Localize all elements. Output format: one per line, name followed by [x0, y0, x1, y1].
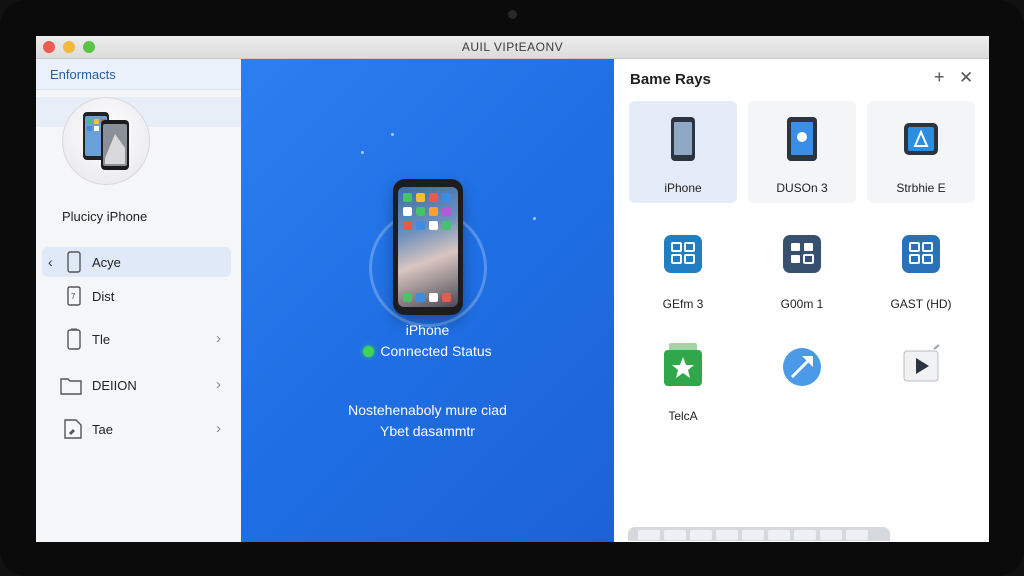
sidebar-header[interactable]: Enformacts [36, 59, 241, 90]
star-app-icon [664, 343, 702, 386]
panel-title: Bame Rays [630, 71, 711, 88]
tile-label: GEfm 3 [662, 297, 704, 311]
tablet-icon [787, 117, 817, 161]
device-preview-pane: iPhone Connected Status Nostehenaboly mu… [241, 59, 614, 542]
status-dot-icon [363, 346, 375, 357]
sidebar-item-label: Acye [92, 255, 121, 270]
chevron-right-icon: › [216, 330, 221, 347]
tile-label: GAST (HD) [890, 297, 952, 311]
connected-device-label: iPhone [405, 322, 450, 338]
sidebar-header-label: Enformacts [50, 67, 116, 82]
title-bar: AUIL VIPtEAONV [36, 36, 989, 59]
phone-screen [398, 187, 458, 307]
sidebar-item-dist[interactable]: 7 Dist [42, 281, 231, 311]
sidebar-item-label: Tle [92, 332, 111, 347]
sidebar-item-tae[interactable]: Tae › [42, 414, 231, 444]
svg-text:7: 7 [71, 292, 76, 301]
grid-app-icon [664, 235, 702, 273]
tile-play[interactable] [867, 329, 975, 431]
connection-status-text: Connected Status [380, 343, 492, 359]
status-message-line-1: Nostehenaboly mure ciad [348, 402, 507, 418]
iphone-preview[interactable] [393, 179, 463, 315]
play-icon [903, 344, 940, 382]
tile-g00m-1[interactable]: G00m 1 [748, 217, 856, 319]
device-outline-icon [67, 328, 81, 350]
chevron-right-icon: › [216, 420, 221, 437]
tile-iphone[interactable]: iPhone [629, 101, 737, 203]
sidebar-item-label: Tae [92, 422, 113, 437]
tile-label: iPhone [664, 181, 702, 195]
sidebar-item-deiion[interactable]: DEIION › [42, 370, 231, 400]
phone-icon [671, 117, 695, 161]
sparkle-dot [391, 133, 394, 136]
document-icon: 7 [67, 286, 81, 306]
connection-status: Connected Status [241, 343, 614, 359]
apps-panel: Bame Rays + ✕ iPhone DUSOn 3 Strbhie E G… [614, 59, 989, 542]
camera-dot [508, 10, 517, 19]
edit-document-icon [64, 419, 82, 439]
tile-label: DUSOn 3 [776, 181, 828, 195]
tile-duson-3[interactable]: DUSOn 3 [748, 101, 856, 203]
close-icon[interactable]: ✕ [959, 68, 973, 88]
folder-icon [60, 378, 82, 395]
keyboard-dock[interactable] [628, 527, 890, 541]
add-icon[interactable]: + [934, 67, 945, 88]
sidebar-item-label: DEIION [92, 378, 137, 393]
app-window: AUIL VIPtEAONV Enformacts Plucicy iPhone… [36, 36, 989, 542]
sidebar-item-acye[interactable]: ‹ Acye [42, 247, 231, 277]
sidebar-item-label: Dist [92, 289, 115, 304]
chevron-right-icon: › [216, 376, 221, 393]
status-message-line-2: Ybet dasammtr [380, 423, 475, 439]
display-app-icon [904, 123, 938, 155]
tile-label: Strbhie E [896, 181, 946, 195]
grid-app-icon [902, 235, 940, 273]
sidebar-item-tle[interactable]: Tle › [42, 324, 231, 354]
phones-icon [83, 112, 129, 170]
tile-gefm-3[interactable]: GEfm 3 [629, 217, 737, 319]
window-title: AUIL VIPtEAONV [461, 40, 564, 54]
tile-strbhie-e[interactable]: Strbhie E [867, 101, 975, 203]
tile-label: TelcA [668, 409, 698, 423]
grid-app-icon [783, 235, 821, 273]
tile-share[interactable] [748, 329, 856, 431]
sidebar: Enformacts Plucicy iPhone ‹ Acye 7 Dist [36, 59, 242, 542]
tile-gast-hd[interactable]: GAST (HD) [867, 217, 975, 319]
tile-label: G00m 1 [780, 297, 824, 311]
device-avatar [62, 97, 150, 185]
sparkle-dot [361, 151, 364, 154]
phone-outline-icon [67, 251, 81, 273]
device-name: Plucicy iPhone [62, 209, 148, 224]
share-arrow-icon [783, 348, 821, 386]
chevron-left-icon: ‹ [48, 254, 53, 270]
tile-telca[interactable]: TelcA [629, 329, 737, 431]
sparkle-dot [533, 217, 536, 220]
